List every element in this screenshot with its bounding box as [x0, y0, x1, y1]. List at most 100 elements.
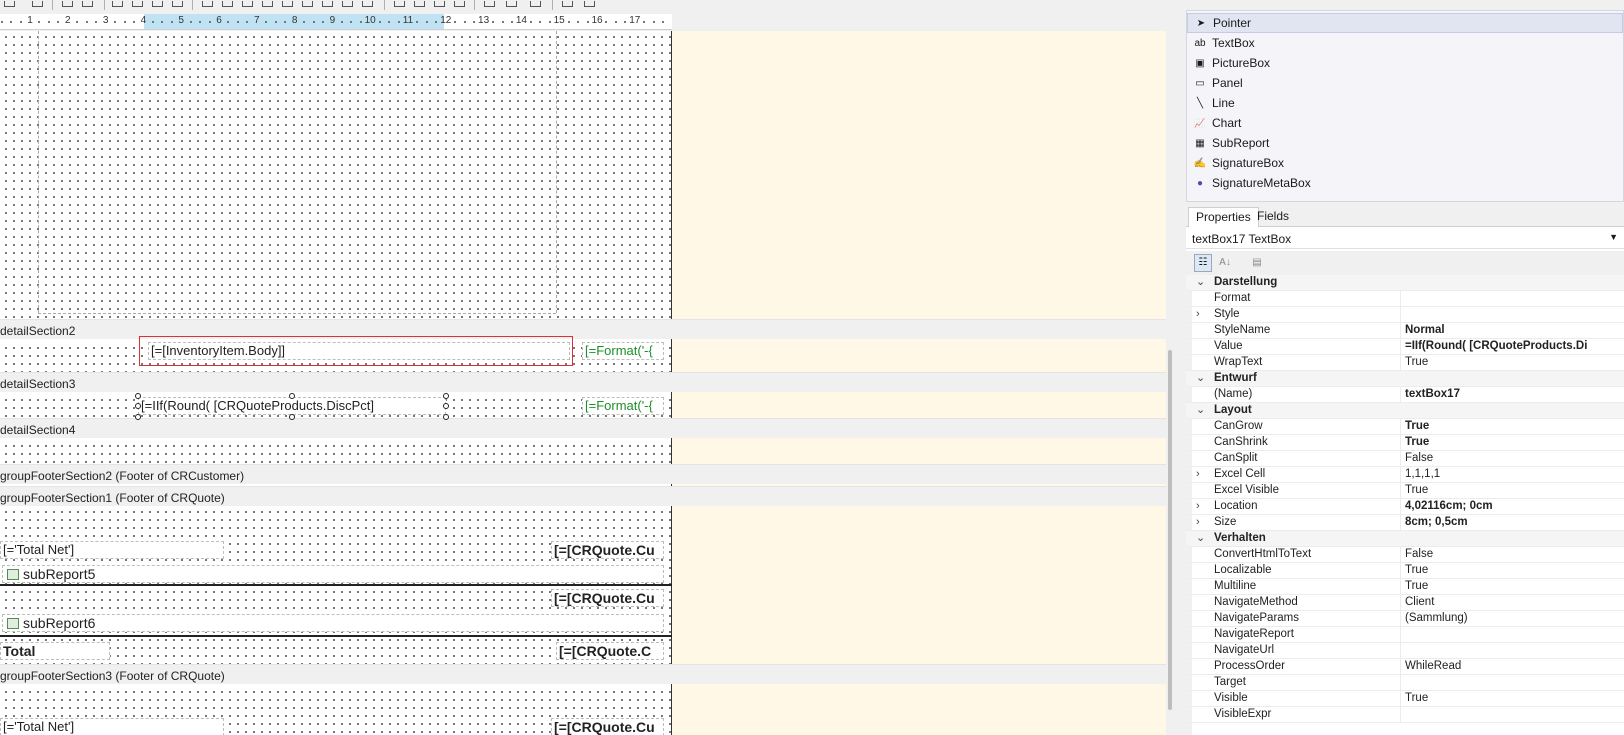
- textbox-format[interactable]: [=Format('-{: [582, 397, 664, 415]
- dropdown-arrow-icon[interactable]: ▼: [1609, 232, 1618, 242]
- textbox-crquote-customer[interactable]: [=[CRQuote.Cu: [551, 541, 664, 559]
- align-bottom-icon[interactable]: [300, 0, 314, 8]
- resize-handle[interactable]: [443, 414, 449, 420]
- property-row[interactable]: NavigateUrl: [1186, 643, 1624, 659]
- property-value[interactable]: False: [1400, 547, 1624, 562]
- vertical-scrollbar[interactable]: [1168, 350, 1172, 710]
- property-value[interactable]: Client: [1400, 595, 1624, 610]
- paste-icon[interactable]: [150, 0, 164, 8]
- textbox-crquote-customer[interactable]: [=[CRQuote.Cu: [551, 589, 664, 607]
- resize-handle[interactable]: [443, 403, 449, 409]
- property-row[interactable]: › Location 4,02116cm; 0cm: [1186, 499, 1624, 515]
- property-value[interactable]: [1400, 627, 1624, 642]
- section-band-group-footer2[interactable]: groupFooterSection2 (Footer of CRCustome…: [0, 464, 1166, 484]
- property-row[interactable]: VisibleExpr: [1186, 707, 1624, 723]
- section-band-group-footer3[interactable]: groupFooterSection3 (Footer of CRQuote): [0, 664, 1166, 684]
- property-category[interactable]: ⌄ Entwurf: [1186, 371, 1624, 387]
- section-band-detail4[interactable]: detailSection4: [0, 418, 1166, 438]
- undo-icon[interactable]: [60, 0, 74, 8]
- resize-handle[interactable]: [135, 393, 141, 399]
- collapse-icon[interactable]: ⌄: [1196, 371, 1205, 386]
- collapse-icon[interactable]: ⌄: [1196, 531, 1205, 546]
- property-category[interactable]: ⌄ Darstellung: [1186, 275, 1624, 291]
- subreport-5[interactable]: subReport5: [2, 565, 664, 583]
- toolbox-item-chart[interactable]: 📈 Chart: [1187, 113, 1623, 133]
- property-row[interactable]: NavigateMethod Client: [1186, 595, 1624, 611]
- property-value[interactable]: False: [1400, 451, 1624, 466]
- toolbox-item-panel[interactable]: ▭ Panel: [1187, 73, 1623, 93]
- redo-icon[interactable]: [80, 0, 94, 8]
- toolbox-item-picturebox[interactable]: ▣ PictureBox: [1187, 53, 1623, 73]
- textbox-iif-disc[interactable]: [=IIf(Round( [CRQuoteProducts.DiscPct]: [138, 397, 446, 415]
- property-row[interactable]: StyleName Normal: [1186, 323, 1624, 339]
- property-row[interactable]: Value =IIf(Round( [CRQuoteProducts.Di: [1186, 339, 1624, 355]
- property-value[interactable]: [1400, 643, 1624, 658]
- textbox-format[interactable]: [=Format('-{: [582, 342, 664, 360]
- expand-icon[interactable]: ›: [1196, 307, 1200, 322]
- object-selector[interactable]: textBox17 TextBox ▼: [1186, 229, 1624, 249]
- property-row[interactable]: › Size 8cm; 0,5cm: [1186, 515, 1624, 531]
- property-row[interactable]: NavigateParams (Sammlung): [1186, 611, 1624, 627]
- copy-icon[interactable]: [130, 0, 144, 8]
- delete-icon[interactable]: [170, 0, 184, 8]
- property-value[interactable]: textBox17: [1400, 387, 1624, 402]
- toolbox-item-signaturemetabox[interactable]: ● SignatureMetaBox: [1187, 173, 1623, 193]
- property-value[interactable]: [1400, 291, 1624, 306]
- property-value[interactable]: WhileRead: [1400, 659, 1624, 674]
- property-row[interactable]: CanGrow True: [1186, 419, 1624, 435]
- textbox-crquote-customer[interactable]: [=[CRQuote.C: [556, 642, 664, 660]
- same-width-icon[interactable]: [320, 0, 334, 8]
- property-value[interactable]: =IIf(Round( [CRQuoteProducts.Di: [1400, 339, 1624, 354]
- same-height-icon[interactable]: [340, 0, 354, 8]
- textbox-inventory-body[interactable]: [=[InventoryItem.Body]]: [148, 342, 570, 360]
- property-row[interactable]: › Style: [1186, 307, 1624, 323]
- property-value[interactable]: True: [1400, 691, 1624, 706]
- textbox-total-net[interactable]: [='Total Net']: [0, 541, 224, 559]
- property-value[interactable]: True: [1400, 419, 1624, 434]
- toolbox-item-signaturebox[interactable]: ✍ SignatureBox: [1187, 153, 1623, 173]
- bring-to-front-icon[interactable]: [560, 0, 574, 8]
- toolbox-item-textbox[interactable]: ab TextBox: [1187, 33, 1623, 53]
- property-value[interactable]: True: [1400, 435, 1624, 450]
- property-row[interactable]: CanSplit False: [1186, 451, 1624, 467]
- property-value[interactable]: True: [1400, 483, 1624, 498]
- textbox-total[interactable]: Total: [0, 642, 110, 660]
- spacing-icon[interactable]: [392, 0, 406, 8]
- align-top-icon[interactable]: [260, 0, 274, 8]
- resize-handle[interactable]: [289, 414, 295, 420]
- textbox-crquote-customer[interactable]: [=[CRQuote.Cu: [551, 718, 664, 735]
- property-category[interactable]: ⌄ Verhalten: [1186, 531, 1624, 547]
- property-row[interactable]: Target: [1186, 675, 1624, 691]
- same-size-icon[interactable]: [360, 0, 374, 8]
- property-category[interactable]: ⌄ Layout: [1186, 403, 1624, 419]
- align-left-icon[interactable]: [200, 0, 214, 8]
- property-pages-icon[interactable]: ▤: [1248, 254, 1266, 272]
- horizontal-spacing-icon[interactable]: [528, 0, 542, 8]
- align-right-icon[interactable]: [240, 0, 254, 8]
- property-value[interactable]: [1400, 307, 1624, 322]
- property-row[interactable]: ConvertHtmlToText False: [1186, 547, 1624, 563]
- toolbox-item-pointer[interactable]: ➤ Pointer: [1187, 13, 1623, 33]
- spacing-icon[interactable]: [412, 0, 426, 8]
- subreport-6[interactable]: subReport6: [2, 614, 664, 632]
- property-row[interactable]: NavigateReport: [1186, 627, 1624, 643]
- toolbar-icon[interactable]: [2, 0, 16, 8]
- property-row[interactable]: ProcessOrder WhileRead: [1186, 659, 1624, 675]
- align-center-icon[interactable]: [220, 0, 234, 8]
- align-middle-icon[interactable]: [280, 0, 294, 8]
- send-to-back-icon[interactable]: [582, 0, 596, 8]
- section-band-group-footer1[interactable]: groupFooterSection1 (Footer of CRQuote): [0, 486, 1166, 506]
- spacing-icon[interactable]: [452, 0, 466, 8]
- property-row[interactable]: Multiline True: [1186, 579, 1624, 595]
- textbox-total-net[interactable]: [='Total Net']: [0, 718, 224, 735]
- expand-icon[interactable]: ›: [1196, 499, 1200, 514]
- property-value[interactable]: True: [1400, 563, 1624, 578]
- collapse-icon[interactable]: ⌄: [1196, 275, 1205, 290]
- property-value[interactable]: 8cm; 0,5cm: [1400, 515, 1624, 530]
- report-canvas[interactable]: detailSection2 detailSection3 detailSect…: [0, 31, 1166, 735]
- property-value[interactable]: [1400, 675, 1624, 690]
- property-value[interactable]: (Sammlung): [1400, 611, 1624, 626]
- divider-line[interactable]: [0, 584, 672, 586]
- property-row[interactable]: Visible True: [1186, 691, 1624, 707]
- property-row[interactable]: WrapText True: [1186, 355, 1624, 371]
